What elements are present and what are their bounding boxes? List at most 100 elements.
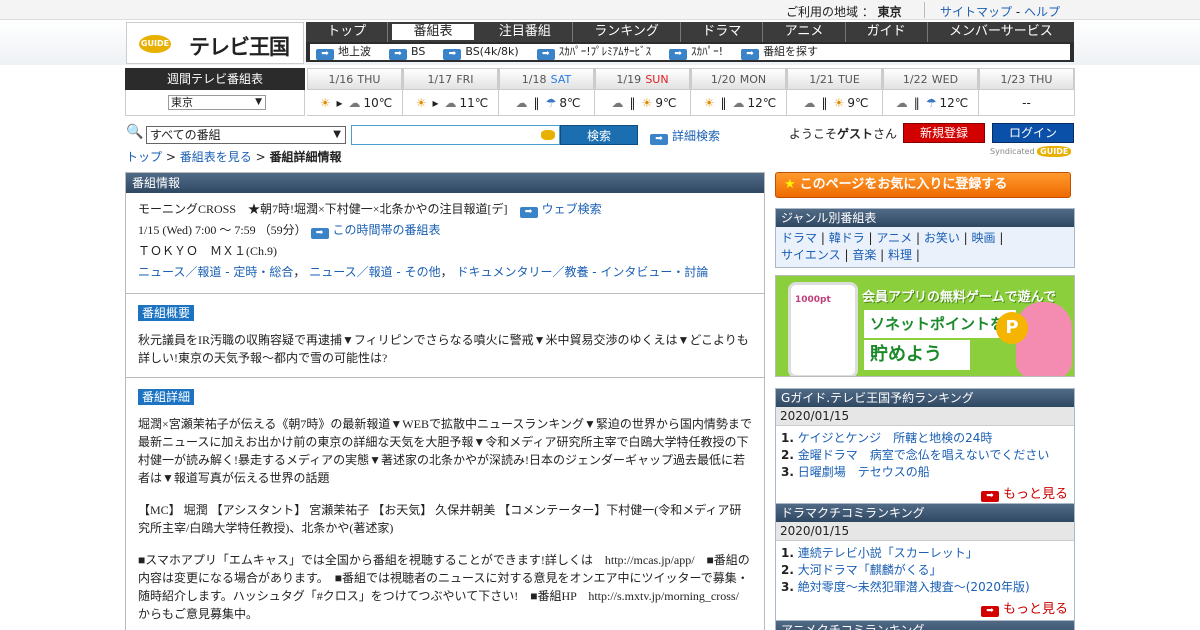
genre-korean-drama[interactable]: 韓ドラ bbox=[829, 231, 865, 245]
breadcrumb-sep: > bbox=[255, 150, 266, 164]
day-column[interactable]: 1/23 THU -- bbox=[979, 68, 1075, 116]
ranking-date: 2020/01/15 bbox=[776, 407, 1074, 426]
day-column[interactable]: 1/21 TUE ☁ ‖ ☀ 9℃ bbox=[787, 68, 883, 116]
genre-cooking[interactable]: 料理 bbox=[888, 248, 912, 262]
day-header[interactable]: 1/22 WED bbox=[883, 68, 978, 90]
genre-link[interactable]: ドキュメンタリー／教養 - インタビュー・討論 bbox=[456, 265, 708, 279]
subnav-bs4k[interactable]: ➡ BS(4k/8k) bbox=[443, 44, 519, 60]
region-indicator: ご利用の地域 ： 東京 bbox=[786, 3, 902, 20]
day-column[interactable]: 1/17 FRI ☀ ▸ ☁ 11℃ bbox=[403, 68, 499, 116]
welcome-text: ようこそゲストさん bbox=[789, 127, 898, 141]
day-date: 1/19 bbox=[616, 73, 642, 86]
breadcrumb-guide[interactable]: 番組表を見る bbox=[180, 150, 252, 164]
login-button[interactable]: ログイン bbox=[992, 123, 1074, 143]
region-select[interactable]: 東京 ▼ bbox=[168, 95, 266, 110]
day-weather: ☁ ‖ ☂ 8℃ bbox=[499, 90, 594, 116]
subnav-skyperfect[interactable]: ➡ ｽｶﾊﾟｰ! bbox=[669, 44, 723, 60]
nav-featured[interactable]: 注目番組 bbox=[478, 22, 574, 42]
subnav-find-program[interactable]: ➡ 番組を探す bbox=[741, 44, 818, 60]
panel-title: 番組情報 bbox=[126, 173, 764, 193]
or-separator-icon: ‖ bbox=[821, 96, 828, 110]
day-date: 1/22 bbox=[902, 73, 928, 86]
day-weather: ☁ ‖ ☂ 12℃ bbox=[883, 90, 978, 116]
search-button[interactable]: 検索 bbox=[560, 125, 638, 145]
genre-comedy[interactable]: お笑い bbox=[924, 231, 960, 245]
day-weather: ☀ ▸ ☁ 10℃ bbox=[307, 90, 402, 116]
ranking-item[interactable]: 1. 連続テレビ小説「スカーレット」 bbox=[781, 545, 1069, 562]
day-header[interactable]: 1/19 SUN bbox=[595, 68, 690, 90]
ranking-item[interactable]: 3. 絶対零度～未然犯罪潜入捜査～(2020年版) bbox=[781, 579, 1069, 596]
day-header[interactable]: 1/16 THU bbox=[307, 68, 402, 90]
banner-line2: ソネットポイントを bbox=[864, 310, 1016, 338]
genre-select[interactable]: すべての番組 ▼ bbox=[146, 126, 346, 144]
anime-ranking-box: アニメクチコミランキング bbox=[775, 620, 1075, 630]
nav-guide[interactable]: ガイド bbox=[846, 22, 928, 42]
day-header[interactable]: 1/23 THU bbox=[979, 68, 1074, 90]
breadcrumb-top[interactable]: トップ bbox=[126, 150, 162, 164]
reserve-ranking-box: Gガイド.テレビ王国予約ランキング 2020/01/15 1. ケイジとケンジ … bbox=[775, 388, 1075, 507]
day-column[interactable]: 1/18 SAT ☁ ‖ ☂ 8℃ bbox=[499, 68, 595, 116]
day-date: 1/23 bbox=[1000, 73, 1026, 86]
nav-program-guide[interactable]: 番組表 bbox=[392, 24, 474, 40]
site-logo[interactable]: GUIDE テレビ王国 bbox=[126, 22, 304, 64]
nav-drama[interactable]: ドラマ bbox=[681, 22, 764, 42]
umbrella-icon: ☂ bbox=[545, 96, 557, 110]
genre-science[interactable]: サイエンス bbox=[781, 248, 841, 262]
genre-music[interactable]: 音楽 bbox=[852, 248, 876, 262]
day-column[interactable]: 1/16 THU ☀ ▸ ☁ 10℃ bbox=[307, 68, 403, 116]
day-column[interactable]: 1/20 MON ☀ ‖ ☁ 12℃ bbox=[691, 68, 787, 116]
nav-anime[interactable]: アニメ bbox=[763, 22, 846, 42]
sitemap-link[interactable]: サイトマップ bbox=[940, 5, 1012, 19]
cloud-icon: ☁ bbox=[611, 96, 624, 110]
magnifier-icon: 🔍 bbox=[126, 124, 144, 140]
day-date: 1/18 bbox=[521, 73, 547, 86]
subnav-bs[interactable]: ➡ BS bbox=[389, 44, 425, 60]
more-link[interactable]: ➡ もっと見る bbox=[776, 596, 1074, 621]
day-header[interactable]: 1/20 MON bbox=[691, 68, 786, 90]
day-column[interactable]: 1/19 SUN ☁ ‖ ☀ 9℃ bbox=[595, 68, 691, 116]
genre-sep: ， bbox=[440, 265, 453, 279]
chevron-down-icon: ▼ bbox=[255, 97, 262, 107]
day-of-week: WED bbox=[931, 73, 959, 86]
ranking-item[interactable]: 2. 金曜ドラマ 病室で念仏を唱えないでください bbox=[781, 447, 1069, 464]
site-title: テレビ王国 bbox=[189, 35, 290, 59]
ranking-item[interactable]: 3. 日曜劇場 テセウスの船 bbox=[781, 464, 1069, 481]
detail-paragraph: ■スマホアプリ「エムキャス」では全国から番組を視聴することができます!詳しくは … bbox=[138, 553, 751, 621]
day-temp: 9℃ bbox=[847, 96, 869, 110]
day-weather: ☀ ‖ ☁ 12℃ bbox=[691, 90, 786, 116]
day-header[interactable]: 1/21 TUE bbox=[787, 68, 882, 90]
genre-guide-links: ドラマ | 韓ドラ | アニメ | お笑い | 映画 | サイエンス | 音楽 … bbox=[776, 227, 1074, 267]
arrow-right-icon: ➡ bbox=[316, 49, 334, 60]
ranking-item[interactable]: 1. ケイジとケンジ 所轄と地検の24時 bbox=[781, 430, 1069, 447]
advanced-search-link[interactable]: ➡ 詳細検索 bbox=[650, 127, 720, 145]
genre-link[interactable]: ニュース／報道 - 定時・総合 bbox=[138, 265, 293, 279]
genre-movie[interactable]: 映画 bbox=[972, 231, 996, 245]
add-favorite-button[interactable]: ★ このページをお気に入りに登録する bbox=[775, 172, 1071, 198]
region-select-cell: 東京 ▼ bbox=[125, 90, 305, 116]
syndicated-logo: Syndicated GUIDE bbox=[990, 146, 1072, 157]
nav-ranking[interactable]: ランキング bbox=[573, 22, 682, 42]
nav-member-service[interactable]: メンバーサービス bbox=[928, 22, 1074, 42]
register-button[interactable]: 新規登録 bbox=[903, 123, 985, 143]
day-header[interactable]: 1/18 SAT bbox=[499, 68, 594, 90]
search-input[interactable] bbox=[351, 125, 539, 145]
subnav-skyperfect-premium[interactable]: ➡ ｽｶﾊﾟｰ!ﾌﾟﾚﾐｱﾑｻｰﾋﾞｽ bbox=[536, 44, 651, 60]
nav-top[interactable]: トップ bbox=[306, 22, 389, 42]
arrow-right-icon: ➡ bbox=[980, 491, 999, 502]
genre-drama[interactable]: ドラマ bbox=[781, 231, 817, 245]
program-basic-info: モーニングCROSS ★朝7時!堀潤×下村健一×北条かやの注目報道[デ] ➡ ウェ… bbox=[126, 193, 764, 294]
app-game-banner[interactable]: 1000pt 会員アプリの無料ゲームで遊んで ソネットポイントを 貯めよう P bbox=[775, 275, 1075, 377]
timeslot-link[interactable]: ➡ この時間帯の番組表 bbox=[310, 223, 441, 239]
day-header[interactable]: 1/17 FRI bbox=[403, 68, 498, 90]
day-of-week: SAT bbox=[550, 73, 572, 86]
genre-anime[interactable]: アニメ bbox=[876, 231, 912, 245]
day-column[interactable]: 1/22 WED ☁ ‖ ☂ 12℃ bbox=[883, 68, 979, 116]
day-of-week: SUN bbox=[645, 73, 669, 86]
region-value[interactable]: 東京 bbox=[878, 5, 902, 19]
subnav-terrestrial[interactable]: ➡ 地上波 bbox=[316, 44, 371, 60]
ranking-item[interactable]: 2. 大河ドラマ「麒麟がくる」 bbox=[781, 562, 1069, 579]
genre-link[interactable]: ニュース／報道 - その他 bbox=[309, 265, 440, 279]
summary-section: 番組概要 秋元議員をIR汚職の収賄容疑で再逮捕▼フィリピンでさらなる噴火に警戒▼… bbox=[126, 294, 764, 378]
help-link[interactable]: ヘルプ bbox=[1024, 5, 1060, 19]
web-search-link[interactable]: ➡ ウェブ検索 bbox=[519, 202, 602, 218]
